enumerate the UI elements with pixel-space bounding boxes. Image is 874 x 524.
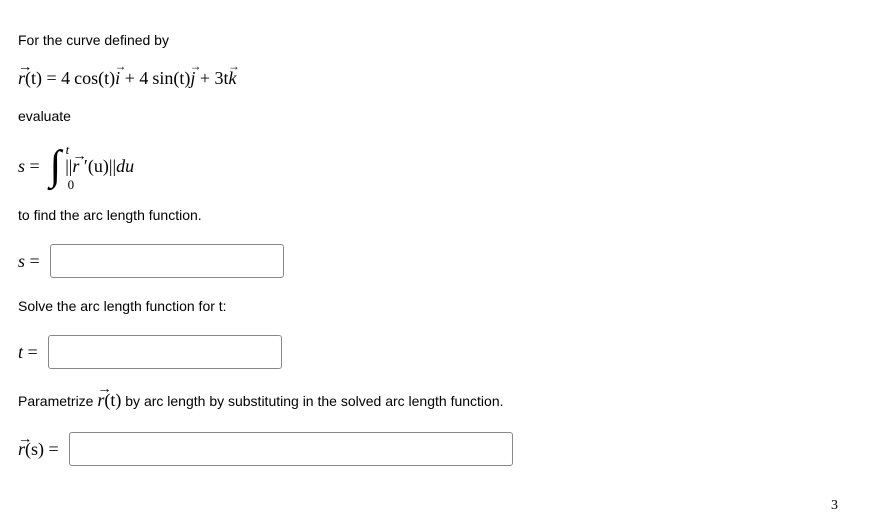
prompt-solve-t: Solve the arc length function for t: [18,296,856,317]
answer-r-row: r(s) = [18,432,856,466]
r-vector: r [18,65,25,92]
answer-t-row: t = [18,335,856,369]
r-input[interactable] [69,432,513,466]
arc-length-definition: s = ∫ t 0 ||r ′(u)||du [18,145,856,187]
integral-expression: ∫ t 0 ||r ′(u)||du [50,145,134,187]
t-lhs: t = [18,342,38,363]
integral-lower-bound: 0 [68,178,75,191]
r-s-vector: r [18,439,25,460]
s-input[interactable] [50,244,284,278]
intro-line-3: to find the arc length function. [18,205,856,226]
intro-line-2: evaluate [18,106,856,127]
unit-k: k [229,65,237,92]
s-lhs: s = [18,251,40,272]
unit-j: j [190,65,195,92]
r-prime-vector: r [72,156,79,177]
integral-upper-bound: t [66,143,70,156]
unit-i: i [115,65,120,92]
t-input[interactable] [48,335,282,369]
curve-equation: r(t) = 4cos(t)i + 4sin(t)j + 3tk [18,65,856,92]
r-vector-inline: r [97,387,104,414]
r-lhs: r(s) = [18,439,59,460]
prompt-parametrize: Parametrize r(t) by arc length by substi… [18,387,856,414]
intro-line-1: For the curve defined by [18,30,856,51]
answer-s-row: s = [18,244,856,278]
page-number: 3 [831,498,838,514]
integral-sign: ∫ t 0 [50,145,62,187]
